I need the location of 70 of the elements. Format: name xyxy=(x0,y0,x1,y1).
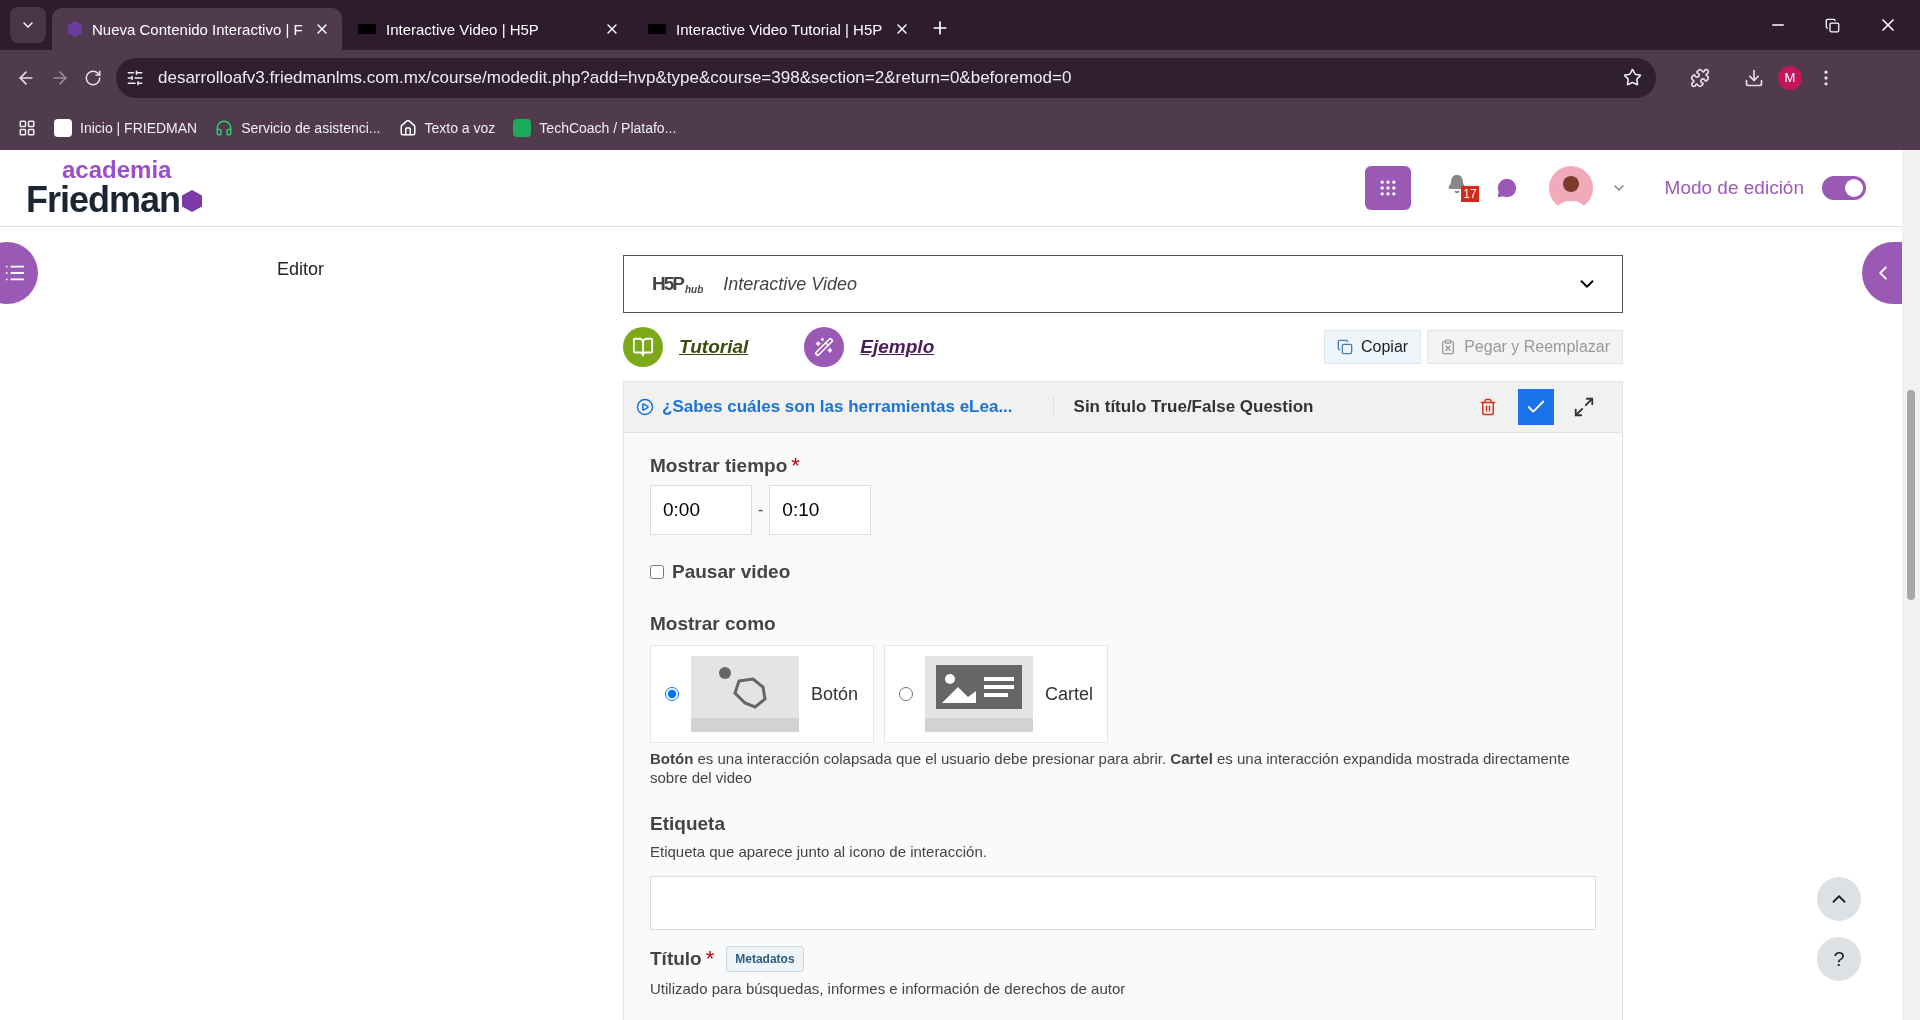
hexagon-icon xyxy=(68,21,82,37)
display-option[interactable]: Cartel xyxy=(884,645,1108,743)
pause-checkbox[interactable] xyxy=(650,565,664,579)
link[interactable]: Ejemplo xyxy=(860,336,935,358)
label-field[interactable] xyxy=(650,876,1596,930)
trash-icon xyxy=(1479,398,1497,416)
section-title: Editor xyxy=(277,259,325,279)
browser-tab[interactable]: Interactive Video | H5P xyxy=(342,8,632,50)
profile-avatar[interactable]: M xyxy=(1778,65,1802,90)
option-radio[interactable] xyxy=(899,687,913,701)
clipboard-icon xyxy=(1440,339,1457,355)
help-button[interactable]: ? xyxy=(1817,937,1861,981)
logo-text: academia xyxy=(62,158,172,182)
breadcrumb-item[interactable]: ¿Sabes cuáles son las herramientas eLea... xyxy=(636,397,1054,417)
address-bar[interactable]: desarrolloafv3.friedmanlms.com.mx/course/modedit.php?add=hvp&type&course=398&section=2&return=0&beforemod=0 xyxy=(116,57,1656,98)
required-mark: * xyxy=(705,946,715,972)
notification-count: 17 xyxy=(1461,186,1479,202)
tab-list-button[interactable] xyxy=(10,7,46,43)
breadcrumb-item[interactable]: Sin título True/False Question xyxy=(1073,397,1314,417)
required-mark: * xyxy=(791,453,800,479)
metadata-button[interactable]: Metadatos xyxy=(726,946,804,972)
apps-button[interactable] xyxy=(1364,166,1411,210)
play-icon xyxy=(636,398,654,416)
user-avatar[interactable] xyxy=(1548,166,1593,210)
headset-icon xyxy=(215,118,234,137)
book-icon xyxy=(623,327,663,367)
bookmark-item[interactable]: Texto a voz xyxy=(398,118,496,137)
bookmark-item[interactable]: Inicio | FRIEDMAN xyxy=(54,118,198,137)
chat-icon[interactable] xyxy=(1496,178,1517,198)
bookmark-item[interactable]: Servicio de asistenci... xyxy=(215,118,381,137)
scrollbar[interactable] xyxy=(1902,150,1920,1020)
field-label: Mostrar como xyxy=(650,613,776,634)
field-label: Etiqueta xyxy=(650,813,725,834)
end-time-field[interactable]: 0:10 xyxy=(769,485,872,535)
field-help: Etiqueta que aparece junto al icono de interacción. xyxy=(650,843,988,860)
expand-icon xyxy=(1573,396,1595,418)
hexagon-logo-icon xyxy=(182,190,203,212)
site-settings-icon[interactable] xyxy=(126,68,144,87)
browser-tab[interactable]: Nueva Contenido Interactivo | F xyxy=(52,8,342,50)
field-description: Botón es una interacción colapsada que el usuario debe presionar para abrir. Cartel es una interacción expandida mostrada directamente sobre del video xyxy=(650,749,1571,787)
restore-icon[interactable] xyxy=(1825,17,1840,33)
app-icon xyxy=(54,118,72,137)
bookmark-star-icon[interactable] xyxy=(1623,68,1642,87)
magic-wand-icon xyxy=(804,327,845,367)
field-label: Mostrar tiempo xyxy=(650,455,788,477)
apps-icon[interactable] xyxy=(18,118,36,137)
block-drawer-button[interactable] xyxy=(1862,242,1902,304)
display-option[interactable]: Botón xyxy=(650,645,874,743)
extensions-icon[interactable] xyxy=(1690,67,1710,88)
separator: - xyxy=(758,501,764,519)
copy-icon xyxy=(1337,339,1353,355)
checkbox-label: Pausar video xyxy=(672,561,791,583)
sheet-icon xyxy=(513,118,532,137)
bookmark-item[interactable]: TechCoach / Platafo... xyxy=(513,118,677,137)
home-icon xyxy=(398,118,417,137)
link[interactable]: Tutorial xyxy=(679,336,749,358)
copy-button[interactable]: Copiar xyxy=(1324,330,1422,364)
logo-text: Friedman xyxy=(26,182,181,218)
reload-icon[interactable] xyxy=(84,68,102,87)
download-icon[interactable] xyxy=(1744,67,1764,88)
notifications-button[interactable]: 17 xyxy=(1446,174,1479,202)
edit-mode-toggle[interactable] xyxy=(1822,176,1866,200)
field-label: Título xyxy=(650,948,702,970)
image-text-icon xyxy=(936,665,1022,709)
browser-tab[interactable]: Interactive Video Tutorial | H5P xyxy=(632,8,922,50)
option-radio[interactable] xyxy=(665,687,679,701)
field-help: Utilizado para búsquedas, informes e información de derechos de autor xyxy=(650,980,1127,997)
start-time-field[interactable]: 0:00 xyxy=(650,485,752,535)
edit-mode-label: Modo de edición xyxy=(1664,177,1804,199)
confirm-button[interactable] xyxy=(1518,389,1554,425)
